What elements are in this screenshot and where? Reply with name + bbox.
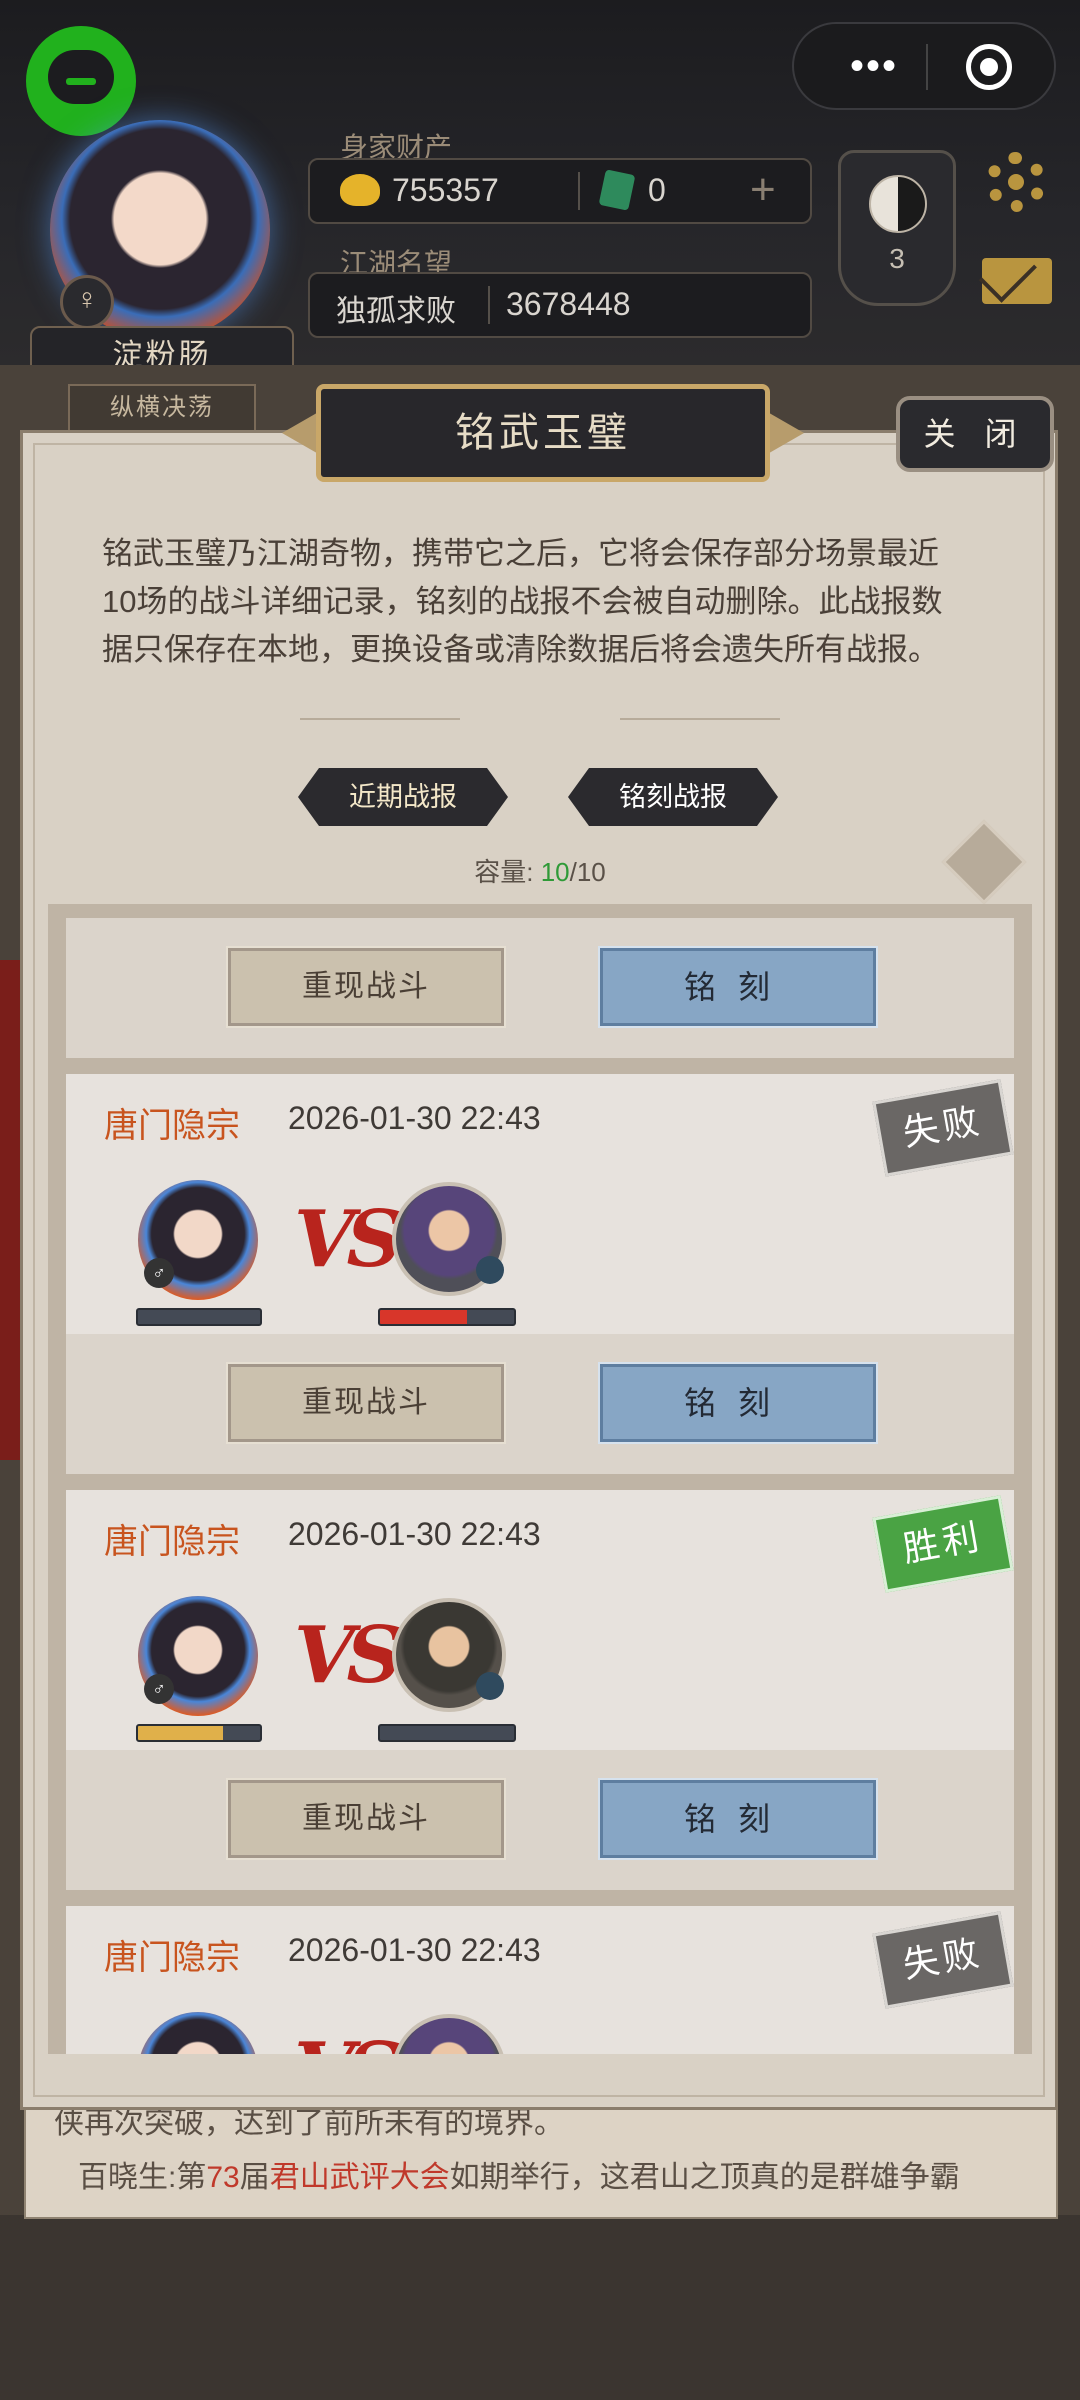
- close-button[interactable]: 关 闭: [896, 396, 1054, 472]
- engrave-button[interactable]: 铭刻: [598, 1778, 878, 1860]
- vs-icon: VS: [294, 1610, 403, 1701]
- result-stamp: 失败: [872, 1079, 1014, 1177]
- replay-battle-button[interactable]: 重现战斗: [226, 946, 506, 1028]
- taiji-icon: [869, 175, 927, 233]
- replay-battle-button[interactable]: 重现战斗: [226, 1362, 506, 1444]
- gold-value: 755357: [392, 172, 499, 208]
- engrave-button[interactable]: 铭刻: [598, 1362, 878, 1444]
- record-actions: 重现战斗 铭刻: [66, 918, 1014, 1058]
- record-actions: 重现战斗 铭刻: [66, 1750, 1014, 1890]
- reputation-value: 3678448: [506, 286, 631, 322]
- replay-battle-button[interactable]: 重现战斗: [226, 1778, 506, 1860]
- modal-description: 铭武玉璧乃江湖奇物，携带它之后，它将会保存部分场景最近10场的战斗详细记录，铭刻…: [102, 536, 943, 667]
- self-hp-bar: [136, 1724, 262, 1742]
- divider: [620, 718, 780, 720]
- more-icon[interactable]: •••: [824, 46, 924, 86]
- vs-icon: VS: [294, 2026, 403, 2054]
- jade-value: 0: [648, 172, 666, 208]
- gender-icon: ♂: [144, 1258, 174, 1288]
- jade-icon: [598, 169, 636, 211]
- opponent-sect-icon: [476, 1672, 504, 1700]
- news-highlight: 君山武评大会: [269, 2161, 450, 2194]
- record-actions: 重现战斗 铭刻: [66, 1334, 1014, 1474]
- capacity-used: 10: [540, 857, 570, 887]
- capsule-divider: [926, 44, 928, 90]
- wealth-divider: [578, 172, 580, 210]
- player-title-badge: 纵横决荡: [68, 384, 256, 432]
- record-sect: 唐门隐宗: [104, 1523, 240, 1561]
- engrave-button[interactable]: 铭刻: [598, 946, 878, 1028]
- gender-icon: ♂: [144, 1674, 174, 1704]
- taiji-level: 3: [889, 243, 905, 274]
- opponent-avatar: [392, 2014, 506, 2054]
- add-currency-icon[interactable]: +: [750, 166, 776, 214]
- battle-report-list[interactable]: 重现战斗 铭刻 唐门隐宗 2026-01-30 22:43 失败 ♂ VS 重现…: [48, 904, 1032, 2054]
- news-line: 百晓生:第73届君山武评大会如期举行，这君山之顶真的是群雄争霸: [78, 2161, 960, 2194]
- battle-record: 唐门隐宗 2026-01-30 22:43 失败 ♂ VS: [66, 1074, 1014, 1334]
- reputation-divider: [488, 286, 490, 324]
- chat-logo-icon[interactable]: [26, 26, 136, 136]
- gear-icon[interactable]: [986, 152, 1046, 212]
- reputation-title: 独孤求败: [336, 295, 456, 328]
- capacity-indicator: 容量: 10/10: [474, 857, 606, 887]
- gold-ingot-icon: [340, 174, 380, 206]
- record-time: 2026-01-30 22:43: [288, 1932, 541, 1968]
- record-time: 2026-01-30 22:43: [288, 1516, 541, 1552]
- background-decoration: [0, 960, 22, 1460]
- modal-title-plate: 铭武玉璧: [316, 384, 770, 482]
- capacity-total: /10: [569, 857, 606, 887]
- result-stamp: 胜利: [872, 1495, 1014, 1593]
- record-sect: 唐门隐宗: [104, 1939, 240, 1977]
- opponent-hp-bar: [378, 1308, 516, 1326]
- top-header: ••• ♀ 淀粉肠 身家财产 755357 0 + 江湖名望 独孤求败 3678…: [0, 0, 1080, 386]
- self-hp-bar: [136, 1308, 262, 1326]
- opponent-hp-bar: [378, 1724, 516, 1742]
- mini-program-capsule: •••: [792, 22, 1056, 110]
- mail-icon[interactable]: [982, 258, 1052, 304]
- opponent-sect-icon: [476, 1256, 504, 1284]
- taiji-badge[interactable]: 3: [838, 150, 956, 306]
- tab-recent-reports[interactable]: 近期战报: [298, 768, 508, 826]
- divider: [300, 718, 460, 720]
- self-avatar: [138, 2012, 258, 2054]
- record-time: 2026-01-30 22:43: [288, 1100, 541, 1136]
- reputation-bar: 独孤求败 3678448: [308, 272, 812, 338]
- gender-icon: ♀: [60, 275, 114, 329]
- vs-icon: VS: [294, 1194, 403, 1285]
- battle-record: 唐门隐宗 2026-01-30 22:43 胜利 ♂ VS: [66, 1490, 1014, 1750]
- tab-engraved-reports[interactable]: 铭刻战报: [568, 768, 778, 826]
- news-highlight: 73: [206, 2161, 240, 2194]
- modal-title: 铭武玉璧: [455, 411, 631, 455]
- battle-record: 唐门隐宗 2026-01-30 22:43 失败 VS: [66, 1906, 1014, 2054]
- record-sect: 唐门隐宗: [104, 1107, 240, 1145]
- close-mini-program-icon[interactable]: [966, 44, 1012, 90]
- wealth-bar: 755357 0 +: [308, 158, 812, 224]
- result-stamp: 失败: [872, 1911, 1014, 2009]
